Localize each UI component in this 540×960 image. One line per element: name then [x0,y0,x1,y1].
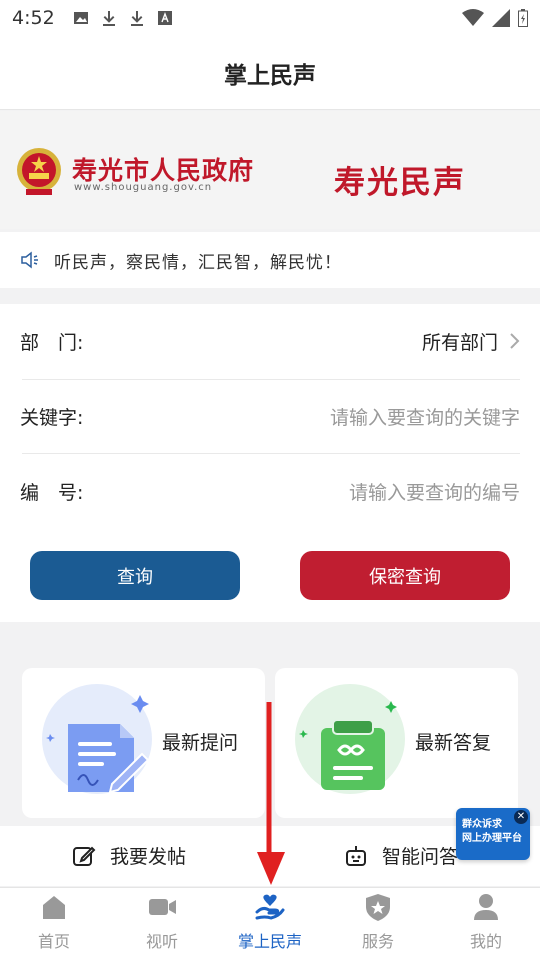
font-icon [157,11,172,25]
latest-answers-card[interactable]: 最新答复 [275,668,518,818]
gov-url: www.shouguang.gov.cn [74,182,213,193]
edit-icon [73,846,96,866]
department-select[interactable]: 所有部门 [422,328,520,355]
appeal-platform-badge[interactable]: 群众诉求 网上办理平台 ✕ [456,808,530,860]
tab-label: 服务 [361,932,394,951]
notice-bar: 听民声，察民情，汇民智，解民忧！ [0,232,540,288]
notification-icons [73,10,173,26]
latest-questions-card[interactable]: 最新提问 [22,668,265,818]
title-bar: 掌上民声 [0,36,540,110]
ai-qa-label: 智能问答 [382,846,459,868]
query-button[interactable]: 查询 [30,551,240,600]
wifi-icon [462,9,484,26]
tab-video[interactable]: 视听 [108,888,216,960]
heart-hand-icon [255,894,285,920]
post-button[interactable]: 我要发帖 [72,842,186,869]
tab-label: 首页 [37,932,70,951]
banner: 寿光市人民政府 www.shouguang.gov.cn 寿光民声 [0,111,540,229]
battery-icon [518,9,528,27]
latest-answers-label: 最新答复 [415,732,492,754]
status-bar: 4:52 [0,0,540,36]
clipboard-icon [299,701,397,790]
tab-label: 我的 [469,932,502,951]
image-icon [73,12,88,24]
tab-voice[interactable]: 掌上民声 [216,888,324,960]
shield-star-icon [366,894,390,921]
tab-service[interactable]: 服务 [324,888,432,960]
post-label: 我要发帖 [110,846,187,868]
bottom-tab-bar: 首页 视听 掌上民声 服务 我的 [0,887,540,960]
tab-mine[interactable]: 我的 [432,888,540,960]
chevron-right-icon [510,333,520,349]
department-value: 所有部门 [421,331,498,354]
annotation-arrow [257,702,285,885]
keyword-row: 关键字: 请输入要查询的关键字 [20,379,520,453]
search-form: 部 门: 所有部门 关键字: 请输入要查询的关键字 编 号: 请输入要查询的编号… [0,304,540,622]
brand-title: 寿光民声 [334,165,466,201]
page-title: 掌上民声 [224,62,316,89]
close-icon[interactable]: ✕ [514,810,528,824]
keyword-label: 关键字: [20,406,84,429]
document-edit-icon [46,695,150,794]
badge-line-2: 网上办理平台 [462,833,522,844]
user-icon [474,894,498,920]
department-label: 部 门: [20,331,84,354]
ai-qa-button[interactable]: 智能问答 [344,842,458,869]
notice-text: 听民声，察民情，汇民智，解民忧！ [54,252,342,273]
number-input[interactable]: 请输入要查询的编号 [349,478,520,505]
tab-label: 掌上民声 [237,932,302,951]
keyword-input[interactable]: 请输入要查询的关键字 [330,403,520,430]
download-icon [130,11,143,26]
number-row: 编 号: 请输入要查询的编号 [20,454,520,528]
robot-icon [346,845,366,866]
number-label: 编 号: [20,481,84,504]
department-row[interactable]: 部 门: 所有部门 [20,304,520,378]
signal-icon [492,9,510,27]
status-time: 4:52 [12,7,55,29]
tab-label: 视听 [145,932,178,951]
video-icon [149,899,176,915]
download-icon [102,11,115,26]
national-emblem-icon [17,148,61,195]
secret-query-button[interactable]: 保密查询 [300,551,510,600]
home-icon [43,896,65,919]
speaker-icon [21,251,38,269]
latest-questions-label: 最新提问 [162,732,239,754]
tab-home[interactable]: 首页 [0,888,108,960]
